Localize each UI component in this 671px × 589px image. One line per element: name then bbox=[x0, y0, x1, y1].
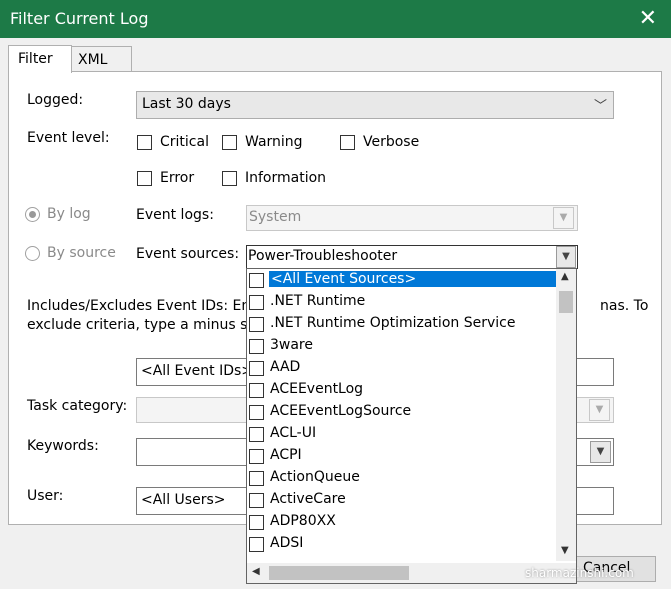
verbose-label: Verbose bbox=[363, 134, 420, 150]
critical-checkbox[interactable] bbox=[137, 135, 152, 150]
chevron-down-icon[interactable]: ▼ bbox=[556, 246, 576, 268]
event-sources-list[interactable]: <All Event Sources> .NET Runtime .NET Ru… bbox=[246, 268, 577, 584]
information-label: Information bbox=[245, 170, 327, 186]
verbose-checkbox[interactable] bbox=[340, 135, 355, 150]
list-item-checkbox[interactable] bbox=[249, 471, 264, 486]
list-item[interactable]: ACEEventLog bbox=[247, 379, 554, 401]
list-item-label: ACL-UI bbox=[270, 425, 317, 441]
logged-dropdown[interactable]: Last 30 days ﹀ bbox=[136, 91, 614, 119]
watermark: sharmazinshi.com bbox=[525, 566, 634, 580]
list-item-label: ACPI bbox=[270, 447, 302, 463]
list-item-checkbox[interactable] bbox=[249, 515, 264, 530]
list-item[interactable]: ACPI bbox=[247, 445, 554, 467]
list-item-label: ADP80XX bbox=[270, 513, 336, 529]
list-item[interactable]: ActionQueue bbox=[247, 467, 554, 489]
task-category-label: Task category: bbox=[27, 398, 128, 414]
list-item-label: ActiveCare bbox=[270, 491, 346, 507]
chevron-down-icon: ▼ bbox=[589, 399, 610, 421]
window-title: Filter Current Log bbox=[10, 9, 149, 28]
event-ids-value: <All Event IDs> bbox=[141, 363, 254, 379]
list-item[interactable]: AAD bbox=[247, 357, 554, 379]
event-ids-description-end: nas. To bbox=[600, 298, 649, 314]
user-value: <All Users> bbox=[141, 492, 226, 508]
by-log-label: By log bbox=[47, 206, 91, 222]
list-item-label: ACEEventLog bbox=[270, 381, 364, 397]
warning-label: Warning bbox=[245, 134, 303, 150]
event-logs-label: Event logs: bbox=[136, 207, 214, 223]
list-item[interactable]: .NET Runtime bbox=[247, 291, 554, 313]
scroll-down-icon[interactable]: ▼ bbox=[561, 545, 569, 556]
by-log-radio[interactable] bbox=[25, 207, 40, 222]
information-checkbox[interactable] bbox=[222, 171, 237, 186]
scrollbar-thumb[interactable] bbox=[559, 291, 573, 313]
scroll-up-icon[interactable]: ▲ bbox=[561, 271, 569, 282]
list-item-checkbox[interactable] bbox=[249, 383, 264, 398]
list-item-label: 3ware bbox=[270, 337, 313, 353]
list-item[interactable]: ACEEventLogSource bbox=[247, 401, 554, 423]
logged-label: Logged: bbox=[27, 92, 84, 108]
by-source-label: By source bbox=[47, 245, 116, 261]
title-bar: Filter Current Log ✕ bbox=[0, 0, 671, 38]
keywords-label: Keywords: bbox=[27, 438, 99, 454]
list-item-label: .NET Runtime bbox=[270, 293, 366, 309]
list-item-label: <All Event Sources> bbox=[269, 271, 556, 287]
event-sources-dropdown[interactable]: Power-Troubleshooter ▼ bbox=[246, 245, 578, 269]
list-item-label: ACEEventLogSource bbox=[270, 403, 412, 419]
list-item-label: ActionQueue bbox=[270, 469, 360, 485]
list-item[interactable]: <All Event Sources> bbox=[247, 269, 556, 291]
tab-xml[interactable]: XML bbox=[70, 46, 132, 72]
chevron-down-icon: ﹀ bbox=[593, 99, 607, 114]
event-sources-value: Power-Troubleshooter bbox=[248, 248, 398, 264]
list-item-label: .NET Runtime Optimization Service bbox=[270, 315, 516, 331]
list-item-checkbox[interactable] bbox=[249, 427, 264, 442]
event-ids-description: Includes/Excludes Event IDs: Ente bbox=[27, 298, 265, 314]
list-item-label: AAD bbox=[270, 359, 301, 375]
scrollbar-thumb[interactable] bbox=[269, 566, 409, 580]
warning-checkbox[interactable] bbox=[222, 135, 237, 150]
list-item[interactable]: ACL-UI bbox=[247, 423, 554, 445]
user-label: User: bbox=[27, 488, 64, 504]
list-item[interactable]: ActiveCare bbox=[247, 489, 554, 511]
list-item-checkbox[interactable] bbox=[249, 361, 264, 376]
list-item-checkbox[interactable] bbox=[249, 537, 264, 552]
list-item-checkbox[interactable] bbox=[249, 317, 264, 332]
by-source-radio[interactable] bbox=[25, 246, 40, 261]
vertical-scrollbar[interactable]: ▲ ▼ bbox=[556, 269, 576, 561]
list-item[interactable]: ADP80XX bbox=[247, 511, 554, 533]
list-item[interactable]: .NET Runtime Optimization Service bbox=[247, 313, 554, 335]
tab-filter[interactable]: Filter bbox=[8, 45, 72, 73]
scroll-left-icon[interactable]: ◀ bbox=[252, 566, 260, 577]
event-level-label: Event level: bbox=[27, 130, 110, 146]
list-item[interactable]: ADSI bbox=[247, 533, 554, 555]
list-item-checkbox[interactable] bbox=[249, 273, 264, 288]
tab-filter-label: Filter bbox=[18, 51, 53, 67]
close-icon[interactable]: ✕ bbox=[639, 6, 657, 31]
error-checkbox[interactable] bbox=[137, 171, 152, 186]
logged-value: Last 30 days bbox=[142, 96, 231, 112]
tab-xml-label: XML bbox=[78, 52, 108, 68]
chevron-down-icon: ▼ bbox=[553, 207, 574, 229]
list-item-checkbox[interactable] bbox=[249, 295, 264, 310]
list-item-checkbox[interactable] bbox=[249, 339, 264, 354]
list-item-label: ADSI bbox=[270, 535, 304, 551]
event-sources-label: Event sources: bbox=[136, 246, 240, 262]
event-logs-value: System bbox=[249, 209, 302, 225]
critical-label: Critical bbox=[160, 134, 209, 150]
list-item-checkbox[interactable] bbox=[249, 449, 264, 464]
list-item-checkbox[interactable] bbox=[249, 405, 264, 420]
event-logs-dropdown[interactable]: System ▼ bbox=[246, 205, 578, 231]
error-label: Error bbox=[160, 170, 195, 186]
chevron-down-icon[interactable]: ▼ bbox=[590, 441, 611, 463]
event-ids-description-line2: exclude criteria, type a minus sig bbox=[27, 317, 261, 333]
list-item[interactable]: 3ware bbox=[247, 335, 554, 357]
list-item-checkbox[interactable] bbox=[249, 493, 264, 508]
